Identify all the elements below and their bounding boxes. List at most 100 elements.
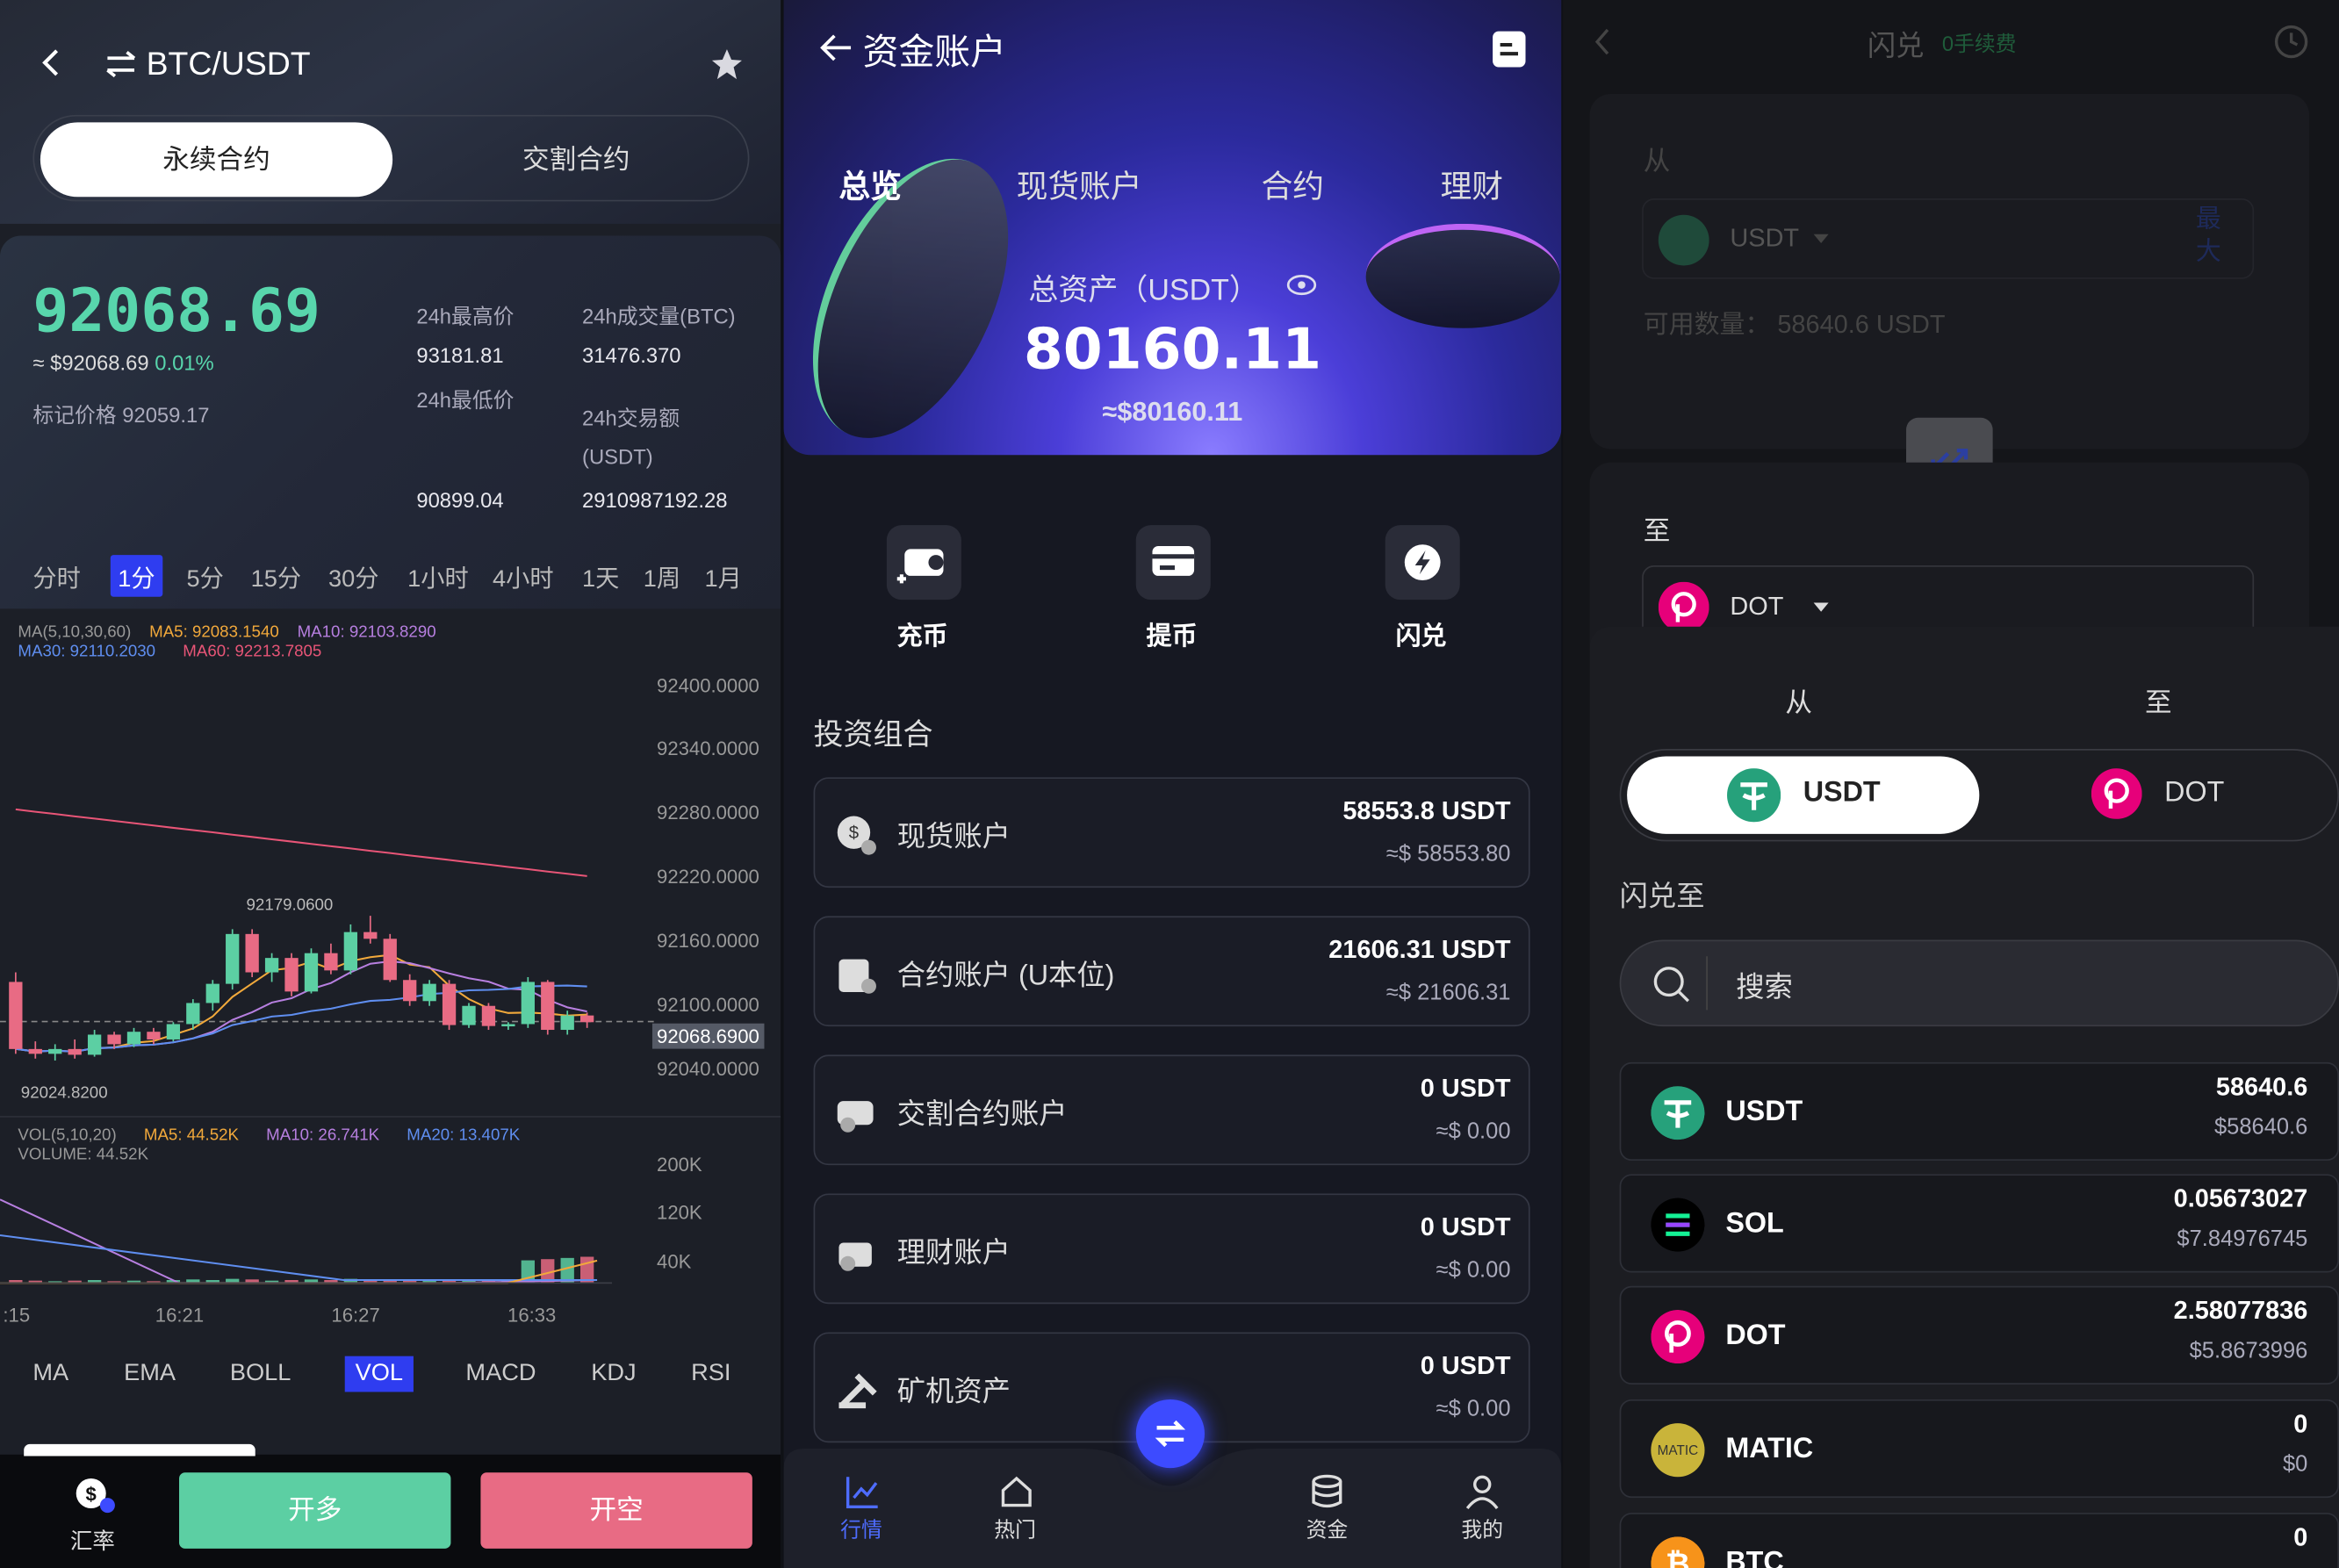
- account-card-spot[interactable]: $ 现货账户 58553.8 USDT ≈$ 58553.80: [813, 777, 1530, 888]
- tab-earn[interactable]: 理财: [1441, 162, 1503, 207]
- time-label: :15: [3, 1304, 31, 1327]
- back-arrow-icon[interactable]: [819, 32, 852, 64]
- back-icon[interactable]: [1593, 27, 1614, 57]
- nav-hot[interactable]: 热门: [994, 1514, 1036, 1544]
- y-label: 92160.0000: [657, 929, 759, 953]
- tf-1d[interactable]: 1天: [582, 558, 619, 594]
- time-label: 16:21: [155, 1304, 205, 1327]
- search-box[interactable]: [1619, 939, 2339, 1027]
- candle-body: [147, 1032, 161, 1039]
- usdt-logo: [1651, 1086, 1705, 1140]
- candle-body: [284, 958, 299, 992]
- coin-row-usdt[interactable]: USDT 58640.6 $58640.6: [1619, 1061, 2339, 1162]
- ind-macd[interactable]: MACD: [465, 1361, 536, 1388]
- candle-body: [48, 1048, 62, 1054]
- tf-5m[interactable]: 5分: [187, 558, 224, 594]
- exchange-rate-icon[interactable]: $: [73, 1476, 118, 1518]
- account-card-delivery[interactable]: 交割合约账户 0 USDT ≈$ 0.00: [813, 1054, 1530, 1166]
- usdt-logo-dim: [1658, 214, 1709, 266]
- market-icon[interactable]: [845, 1474, 881, 1510]
- ind-boll[interactable]: BOLL: [230, 1361, 291, 1388]
- coin-name: MATIC: [1725, 1434, 1814, 1465]
- home-icon[interactable]: [998, 1474, 1034, 1510]
- tf-1w[interactable]: 1周: [644, 558, 680, 594]
- center-exchange-button[interactable]: [1135, 1399, 1205, 1469]
- max-button[interactable]: 最大: [2196, 203, 2221, 269]
- account-usd: ≈$ 0.00: [1436, 1396, 1511, 1422]
- usd-price: ≈ $92068.69 0.01%: [32, 350, 213, 374]
- back-icon[interactable]: [39, 47, 62, 79]
- account-card-earn[interactable]: 理财账户 0 USDT ≈$ 0.00: [813, 1193, 1530, 1305]
- tf-4h[interactable]: 4小时: [493, 558, 554, 594]
- history-clock-icon[interactable]: [2273, 24, 2309, 60]
- swap-icon: [1155, 1420, 1186, 1448]
- tab-overview[interactable]: 总览: [838, 162, 901, 207]
- candle-body: [363, 931, 378, 939]
- tab-delivery[interactable]: 交割合约: [407, 122, 745, 197]
- withdraw-button[interactable]: [1135, 525, 1211, 601]
- deposit-button[interactable]: [886, 525, 961, 601]
- tab-perpetual[interactable]: 永续合约: [40, 122, 393, 198]
- candle-body: [28, 1048, 42, 1054]
- swap-pair-icon[interactable]: [104, 51, 137, 78]
- coin-row-dot[interactable]: DOT 2.58077836 $5.8673996: [1619, 1285, 2339, 1385]
- coin-amount: 0.05673027: [2173, 1184, 2308, 1213]
- search-input[interactable]: 搜索: [1736, 965, 1793, 1005]
- coin-row-matic[interactable]: MATIC MATIC 0 $0: [1619, 1399, 2339, 1499]
- candle-body: [422, 983, 436, 1002]
- tf-1h[interactable]: 1小时: [407, 558, 469, 594]
- tab-contract[interactable]: 合约: [1262, 162, 1324, 207]
- records-icon[interactable]: [1491, 30, 1527, 68]
- candle-body: [245, 933, 259, 973]
- account-amount: 58553.8 USDT: [1342, 796, 1511, 825]
- high-value: 93181.81: [416, 342, 504, 368]
- funds-icon[interactable]: [1309, 1474, 1345, 1510]
- segment-dot-label[interactable]: DOT: [2164, 777, 2224, 809]
- y-label: 92400.0000: [657, 674, 759, 697]
- turnover-value: 2910987192.28: [582, 487, 728, 512]
- pair-title[interactable]: BTC/USDT: [147, 45, 311, 83]
- candle-body: [442, 983, 457, 1025]
- coin-decoration-right: [1365, 223, 1560, 328]
- favorite-star-icon[interactable]: [710, 47, 743, 80]
- flash-exchange-button[interactable]: [1385, 525, 1460, 601]
- eye-icon[interactable]: [1286, 273, 1317, 297]
- candle-body: [166, 1024, 181, 1039]
- tf-1mo[interactable]: 1月: [704, 558, 741, 594]
- delivery-account-icon: [837, 1101, 874, 1133]
- dropdown-icon[interactable]: [1812, 601, 1830, 614]
- dot-logo: [2091, 768, 2142, 819]
- sheet-tab-from[interactable]: 从: [1785, 682, 1812, 721]
- account-name: 理财账户: [896, 1238, 1011, 1270]
- ind-ema[interactable]: EMA: [124, 1361, 176, 1388]
- nav-market[interactable]: 行情: [840, 1514, 882, 1544]
- flash-exchange-panel: 闪兑 0手续费 从 USDT 最大 可用数量： 58640.6 USDT 至 D…: [1563, 0, 2339, 1568]
- profile-icon[interactable]: [1465, 1474, 1501, 1510]
- coin-row-btc[interactable]: ₿ BTC 0: [1619, 1513, 2339, 1568]
- ind-vol[interactable]: VOL: [344, 1356, 414, 1392]
- vol-current: VOLUME: 44.52K: [18, 1146, 149, 1164]
- vol-base: VOL(5,10,20): [18, 1126, 117, 1145]
- tf-line[interactable]: 分时: [32, 558, 80, 594]
- account-usd: ≈$ 21606.31: [1385, 980, 1511, 1006]
- tf-15m[interactable]: 15分: [251, 558, 301, 594]
- ind-ma[interactable]: MA: [32, 1361, 68, 1388]
- vol-y-label: 200K: [657, 1153, 702, 1176]
- coin-row-sol[interactable]: SOL 0.05673027 $7.84976745: [1619, 1174, 2339, 1273]
- ind-rsi[interactable]: RSI: [691, 1361, 730, 1388]
- sheet-tab-to[interactable]: 至: [2145, 682, 2172, 721]
- account-card-futures[interactable]: 合约账户 (U本位) 21606.31 USDT ≈$ 21606.31: [813, 916, 1530, 1027]
- vol-ma10-line: [0, 1198, 598, 1284]
- ind-kdj[interactable]: KDJ: [591, 1361, 636, 1388]
- tf-1m[interactable]: 1分: [110, 555, 163, 597]
- nav-funds[interactable]: 资金: [1306, 1514, 1349, 1544]
- tf-30m[interactable]: 30分: [328, 558, 378, 594]
- candle-body: [541, 982, 555, 1031]
- from-coin: USDT: [1730, 223, 1800, 253]
- open-long-button[interactable]: 开多: [179, 1472, 451, 1549]
- tab-spot[interactable]: 现货账户: [1017, 162, 1142, 207]
- deposit-icon: [896, 549, 944, 584]
- open-short-button[interactable]: 开空: [480, 1472, 752, 1549]
- candle-body: [226, 933, 240, 984]
- nav-mine[interactable]: 我的: [1461, 1514, 1503, 1544]
